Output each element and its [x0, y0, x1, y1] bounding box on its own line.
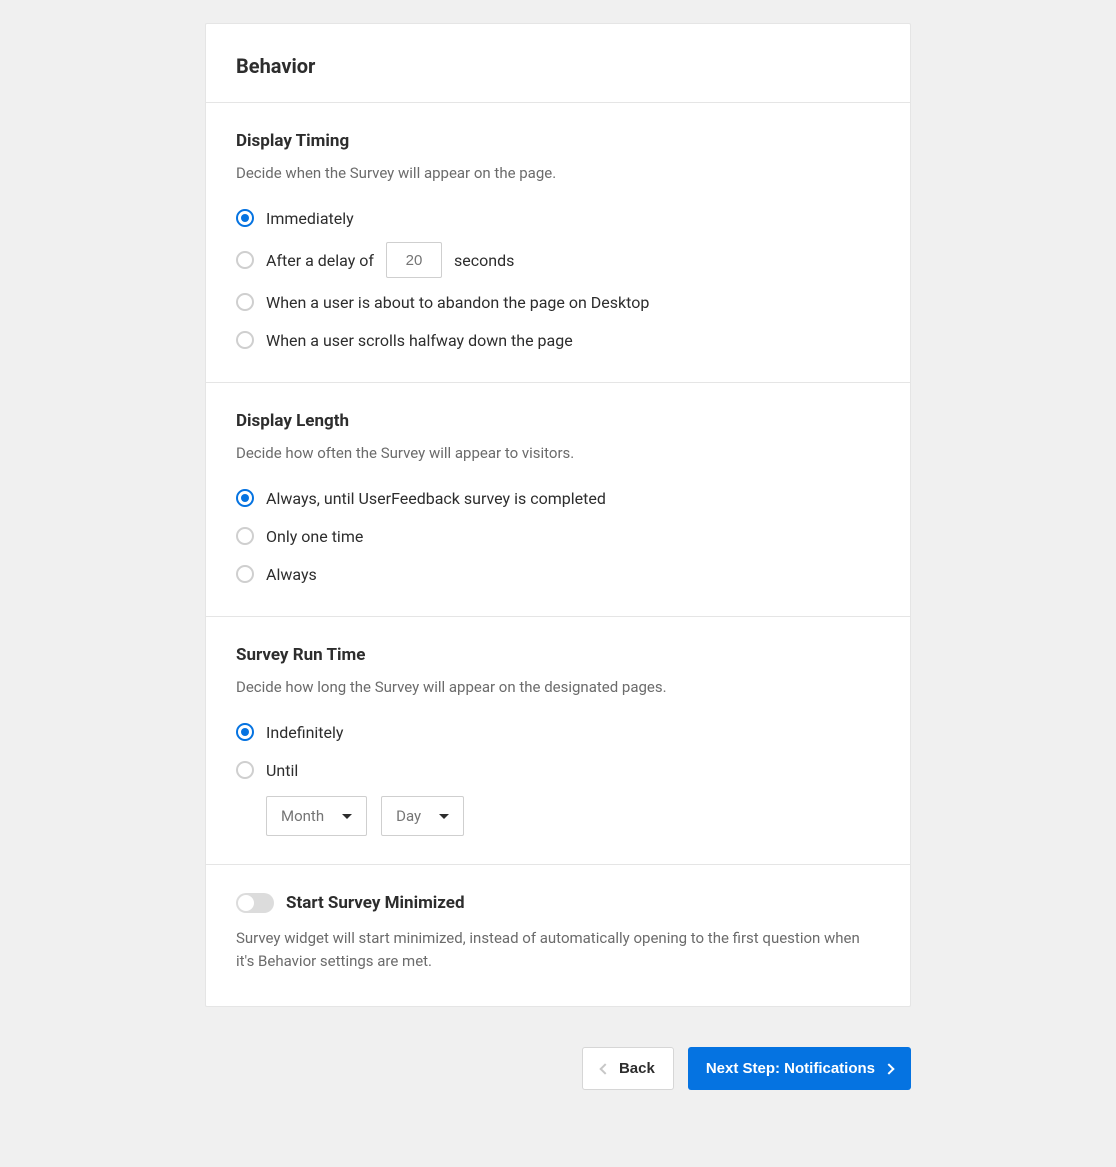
length-option-always[interactable]: Always: [236, 560, 880, 588]
until-date-selects: Month Day: [266, 796, 880, 836]
radio-label: Immediately: [266, 209, 354, 228]
radio-icon: [236, 723, 254, 741]
radio-label: Always, until UserFeedback survey is com…: [266, 489, 606, 508]
day-placeholder: Day: [396, 807, 421, 825]
start-minimized-section: Start Survey Minimized Survey widget wil…: [206, 865, 910, 1006]
radio-icon: [236, 293, 254, 311]
delay-suffix: seconds: [454, 251, 514, 270]
chevron-down-icon: [439, 814, 449, 819]
radio-icon: [236, 331, 254, 349]
radio-icon: [236, 209, 254, 227]
display-length-section: Display Length Decide how often the Surv…: [206, 383, 910, 617]
timing-option-delay[interactable]: After a delay of seconds: [236, 242, 880, 278]
radio-icon: [236, 251, 254, 269]
display-timing-section: Display Timing Decide when the Survey wi…: [206, 103, 910, 383]
timing-option-abandon[interactable]: When a user is about to abandon the page…: [236, 288, 880, 316]
chevron-left-icon: [599, 1063, 610, 1074]
radio-icon: [236, 761, 254, 779]
month-placeholder: Month: [281, 807, 324, 825]
radio-label: After a delay of seconds: [266, 242, 514, 278]
card-header: Behavior: [206, 24, 910, 103]
run-time-title: Survey Run Time: [236, 645, 880, 665]
display-timing-title: Display Timing: [236, 131, 880, 151]
delay-prefix: After a delay of: [266, 251, 374, 270]
start-minimized-desc: Survey widget will start minimized, inst…: [236, 927, 880, 972]
radio-label: Always: [266, 565, 317, 584]
radio-label: Only one time: [266, 527, 363, 546]
display-length-title: Display Length: [236, 411, 880, 431]
radio-icon: [236, 565, 254, 583]
timing-option-immediately[interactable]: Immediately: [236, 204, 880, 232]
run-time-desc: Decide how long the Survey will appear o…: [236, 677, 880, 698]
next-step-button[interactable]: Next Step: Notifications: [688, 1047, 911, 1090]
run-time-option-until[interactable]: Until: [236, 756, 880, 784]
card-title: Behavior: [236, 54, 880, 78]
next-label: Next Step: Notifications: [706, 1060, 875, 1077]
behavior-card: Behavior Display Timing Decide when the …: [205, 23, 911, 1007]
toggle-knob: [238, 895, 254, 911]
timing-option-scroll[interactable]: When a user scrolls halfway down the pag…: [236, 326, 880, 354]
survey-run-time-section: Survey Run Time Decide how long the Surv…: [206, 617, 910, 865]
radio-icon: [236, 489, 254, 507]
radio-icon: [236, 527, 254, 545]
delay-seconds-input[interactable]: [386, 242, 442, 278]
radio-label: Indefinitely: [266, 723, 343, 742]
start-minimized-toggle[interactable]: [236, 893, 274, 913]
radio-label: When a user is about to abandon the page…: [266, 293, 649, 312]
start-minimized-label: Start Survey Minimized: [286, 893, 465, 913]
display-length-desc: Decide how often the Survey will appear …: [236, 443, 880, 464]
back-button[interactable]: Back: [582, 1047, 674, 1090]
start-minimized-toggle-row: Start Survey Minimized: [236, 893, 880, 913]
back-label: Back: [619, 1060, 655, 1077]
radio-label: When a user scrolls halfway down the pag…: [266, 331, 573, 350]
length-option-always-until[interactable]: Always, until UserFeedback survey is com…: [236, 484, 880, 512]
run-time-option-indefinitely[interactable]: Indefinitely: [236, 718, 880, 746]
display-timing-desc: Decide when the Survey will appear on th…: [236, 163, 880, 184]
chevron-down-icon: [342, 814, 352, 819]
day-select[interactable]: Day: [381, 796, 464, 836]
radio-label: Until: [266, 761, 298, 780]
footer: Back Next Step: Notifications: [205, 1047, 911, 1090]
chevron-right-icon: [883, 1063, 894, 1074]
month-select[interactable]: Month: [266, 796, 367, 836]
length-option-only-once[interactable]: Only one time: [236, 522, 880, 550]
